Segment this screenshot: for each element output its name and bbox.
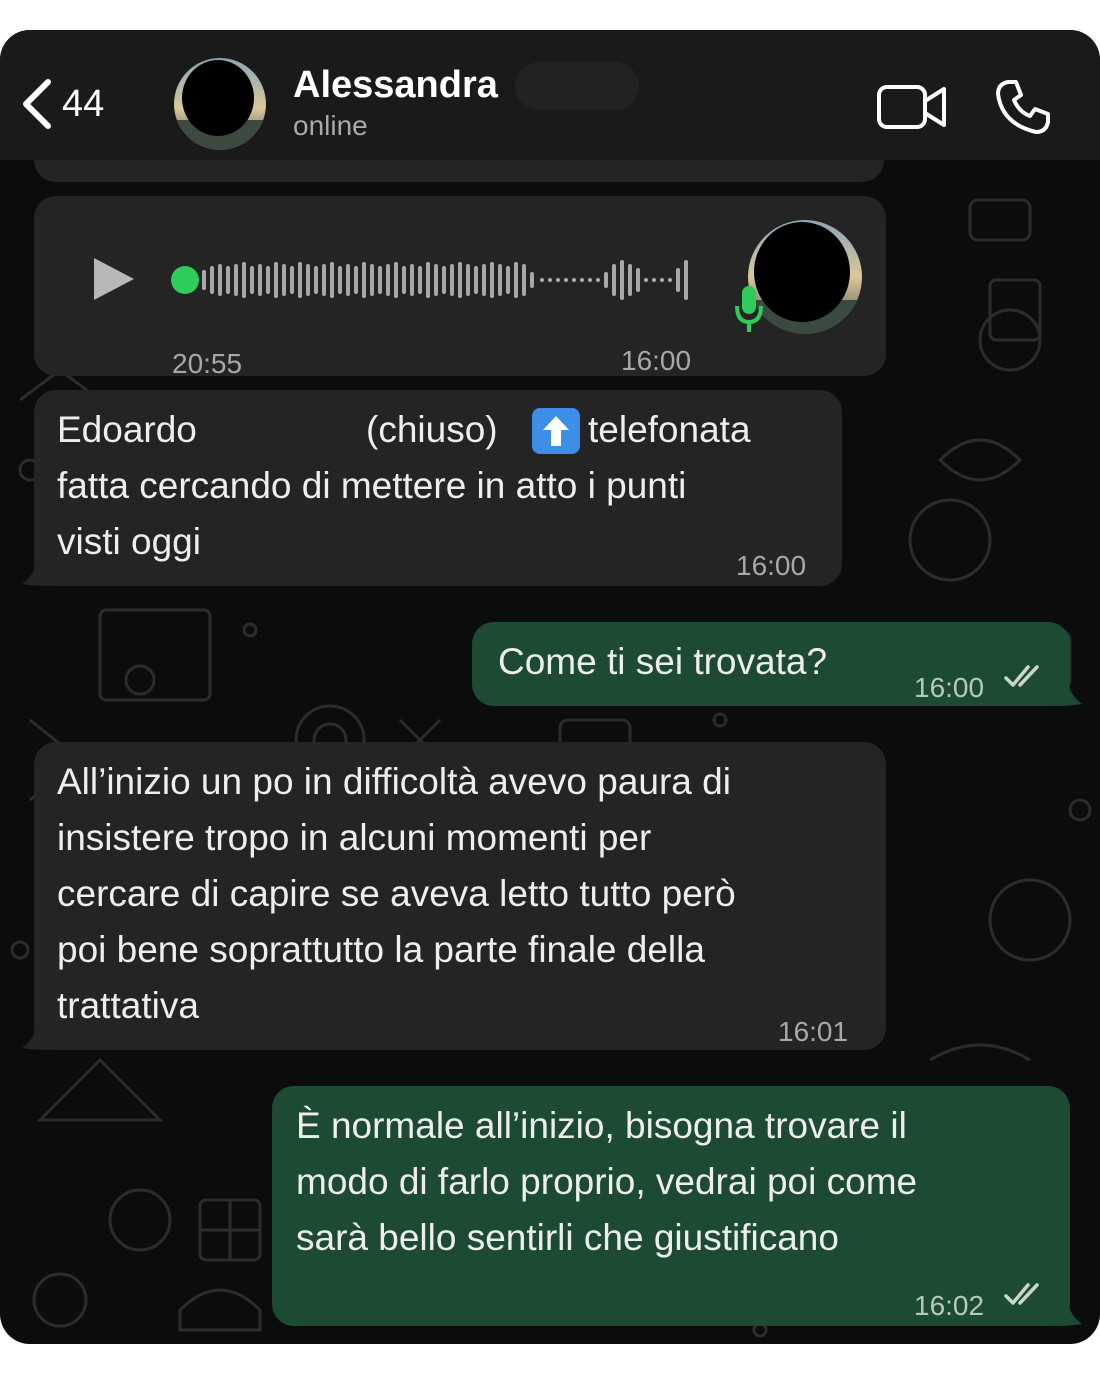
voice-timestamp: 16:00 xyxy=(621,345,692,376)
message-timestamp: 16:00 xyxy=(914,672,985,703)
redacted-name xyxy=(230,412,368,450)
bubble-tail xyxy=(22,1022,52,1050)
chat-header: 44 Alessandra online xyxy=(0,30,1100,160)
avatar-image xyxy=(174,58,266,150)
message-text: modo di farlo proprio, vedrai poi come xyxy=(296,1161,918,1202)
contact-name[interactable]: Alessandra xyxy=(293,64,498,107)
message-text: visti oggi xyxy=(57,521,201,562)
message-text: È normale all’inizio, bisogna trovare il xyxy=(296,1105,907,1146)
message-text: Edoardo xyxy=(57,409,197,450)
double-check-icon xyxy=(1004,665,1039,687)
message-text: insistere tropo in alcuni momenti per xyxy=(57,817,652,858)
video-camera-icon xyxy=(877,85,946,129)
outgoing-message[interactable]: Come ti sei trovata? 16:00 xyxy=(472,622,1070,706)
voice-waveform[interactable] xyxy=(170,250,700,310)
bubble-tail xyxy=(1052,678,1082,706)
play-icon[interactable] xyxy=(92,256,136,302)
message-timestamp: 16:01 xyxy=(778,1016,849,1047)
back-button[interactable]: 44 xyxy=(18,74,148,134)
contact-status: online xyxy=(293,110,368,141)
chat-screen: 44 Alessandra online 20:55 16:00 Edoardo… xyxy=(0,30,1100,1344)
double-check-icon xyxy=(1004,1283,1039,1305)
outgoing-message[interactable]: È normale all’inizio, bisogna trovare il… xyxy=(272,1086,1070,1326)
chevron-left-icon xyxy=(23,79,51,129)
message-timestamp: 16:02 xyxy=(914,1290,985,1321)
bubble-tail xyxy=(1052,1298,1082,1326)
bubble-tail xyxy=(22,558,52,586)
sender-avatar xyxy=(748,220,862,334)
message-text: cercare di capire se aveva letto tutto p… xyxy=(57,873,736,914)
message-text: poi bene soprattutto la parte finale del… xyxy=(57,929,705,970)
message-text: (chiuso) xyxy=(366,409,498,450)
message-text: trattativa xyxy=(57,985,199,1026)
contact-avatar[interactable] xyxy=(174,58,266,150)
phone-icon xyxy=(996,80,1050,134)
message-text: sarà bello sentirli che giustificano xyxy=(296,1217,839,1258)
up-arrow-emoji-icon xyxy=(532,408,580,454)
message-text: telefonata xyxy=(588,409,751,450)
incoming-message[interactable]: All’inizio un po in difficoltà avevo pau… xyxy=(34,742,886,1050)
voice-message-bubble: 20:55 16:00 xyxy=(34,196,886,379)
redacted-surname xyxy=(515,62,639,110)
microphone-icon xyxy=(735,286,763,332)
video-call-button[interactable] xyxy=(876,82,948,132)
sender-avatar-image xyxy=(748,220,862,334)
message-text: All’inizio un po in difficoltà avevo pau… xyxy=(57,761,731,802)
message-text: fatta cercando di mettere in atto i punt… xyxy=(57,465,687,506)
unread-count: 44 xyxy=(62,82,105,125)
voice-duration: 20:55 xyxy=(172,348,243,379)
message-text: Come ti sei trovata? xyxy=(498,641,828,682)
voice-call-button[interactable] xyxy=(994,78,1052,136)
incoming-message[interactable]: Edoardo (chiuso) telefonata fatta cercan… xyxy=(34,390,842,586)
message-timestamp: 16:00 xyxy=(736,550,807,581)
